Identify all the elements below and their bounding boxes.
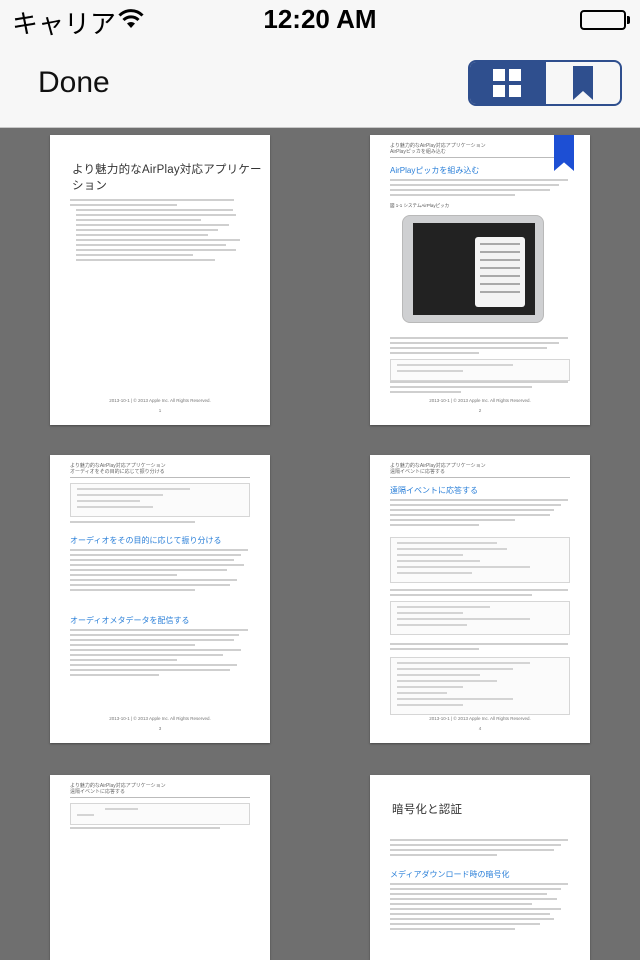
page-body-text — [390, 839, 568, 859]
section-heading: オーディオメタデータを配信する — [70, 616, 190, 625]
page-number: 1 — [158, 408, 162, 413]
code-listing — [390, 537, 570, 583]
header-rule — [390, 477, 570, 478]
figure-caption: 図 1-1 システムAirPlayピッカ — [390, 203, 450, 208]
page-body-text — [70, 549, 248, 594]
page-running-subheader: 遠隔イベントに応答する — [70, 789, 126, 795]
page-body-text — [390, 643, 568, 653]
section-heading: 遠隔イベントに応答する — [390, 486, 478, 495]
page-running-subheader: AirPlayピッカを組み込む — [390, 149, 446, 155]
page-body-text — [390, 499, 568, 529]
page-title: より魅力的なAirPlay対応アプリケーション — [72, 164, 262, 192]
bookmark-icon — [573, 66, 593, 100]
page-thumbnail-1[interactable]: より魅力的なAirPlay対応アプリケーション 2013-10-1 | © 20… — [50, 135, 270, 425]
battery-icon — [580, 10, 630, 30]
header-rule — [70, 477, 250, 478]
page-thumbnail-6[interactable]: 暗号化と認証 メディアダウンロード時の暗号化 — [370, 775, 590, 960]
page-body-text — [70, 629, 248, 679]
page-body-text — [390, 337, 568, 357]
page-footer: 2013-10-1 | © 2013 Apple Inc. All Rights… — [429, 716, 531, 721]
page-number: 2 — [478, 408, 482, 413]
view-mode-segmented-control — [468, 60, 622, 106]
bookmark-ribbon-icon[interactable] — [554, 135, 574, 171]
page-thumbnail-4[interactable]: より魅力的なAirPlay対応アプリケーション 遠隔イベントに応答する 遠隔イベ… — [370, 455, 590, 743]
page-footer: 2013-10-1 | © 2013 Apple Inc. All Rights… — [109, 716, 211, 721]
section-heading: メディアダウンロード時の暗号化 — [390, 870, 510, 879]
page-body-text — [70, 521, 248, 526]
header-rule — [70, 797, 250, 798]
code-listing — [70, 803, 250, 825]
code-listing — [390, 601, 570, 635]
page-number: 4 — [478, 726, 482, 731]
page-thumbnail-3[interactable]: より魅力的なAirPlay対応アプリケーション オーディオをその目的に応じて振り… — [50, 455, 270, 743]
page-body-text — [70, 199, 248, 264]
section-heading: オーディオをその目的に応じて振り分ける — [70, 536, 222, 545]
page-body-text — [390, 589, 568, 599]
bookmarks-view-segment[interactable] — [544, 62, 620, 104]
section-heading: AirPlayピッカを組み込む — [390, 166, 480, 175]
code-listing — [390, 359, 570, 381]
page-body-text — [390, 381, 568, 396]
done-button[interactable]: Done — [38, 66, 110, 100]
page-footer: 2013-10-1 | © 2013 Apple Inc. All Rights… — [109, 398, 211, 403]
status-time: 12:20 AM — [263, 4, 377, 34]
page-title: 暗号化と認証 — [392, 804, 463, 816]
page-running-subheader: 遠隔イベントに応答する — [390, 469, 446, 475]
code-listing — [390, 657, 570, 715]
page-body-text — [70, 827, 248, 832]
page-thumbnail-5[interactable]: より魅力的なAirPlay対応アプリケーション 遠隔イベントに応答する — [50, 775, 270, 960]
grid-view-segment[interactable] — [470, 62, 544, 104]
status-bar: キャリア 12:20 AM — [0, 0, 640, 40]
page-body-text — [390, 179, 568, 199]
page-body-text — [390, 883, 568, 933]
ipad-airplay-figure — [402, 215, 544, 323]
page-number: 3 — [158, 726, 162, 731]
page-footer: 2013-10-1 | © 2013 Apple Inc. All Rights… — [429, 398, 531, 403]
code-listing — [70, 483, 250, 517]
page-thumbnail-2[interactable]: より魅力的なAirPlay対応アプリケーション AirPlayピッカを組み込む … — [370, 135, 590, 425]
header-rule — [390, 157, 570, 158]
navigation-bar: Done — [0, 40, 640, 128]
page-running-subheader: オーディオをその目的に応じて振り分ける — [70, 469, 165, 475]
grid-icon — [493, 69, 521, 97]
